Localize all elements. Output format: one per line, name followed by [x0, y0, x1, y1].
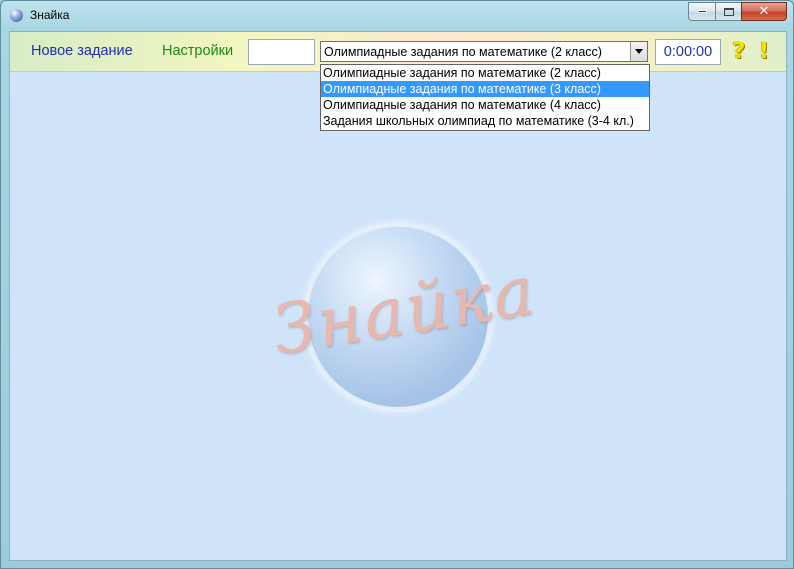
task-select-value: Олимпиадные задания по математике (2 кла… — [324, 44, 602, 59]
caption-buttons: ✕ — [688, 2, 787, 21]
task-select[interactable]: Олимпиадные задания по математике (2 кла… — [320, 41, 648, 62]
chevron-down-icon — [635, 49, 643, 54]
timer-display: 0:00:00 — [655, 39, 721, 65]
client-area: Новое задание Настройки Олимпиадные зада… — [9, 31, 787, 561]
task-option-2[interactable]: Олимпиадные задания по математике (3 кла… — [321, 81, 649, 97]
window-title: Знайка — [30, 8, 70, 22]
app-window: Знайка ✕ Новое задание Настройки Олимпиа… — [0, 0, 794, 569]
app-logo-text: Знайка — [267, 251, 542, 371]
minimize-button[interactable] — [688, 2, 715, 21]
exclamation-icon[interactable]: ! — [757, 38, 771, 66]
minimize-icon — [697, 10, 707, 13]
close-icon: ✕ — [758, 4, 770, 19]
task-option-4[interactable]: Задания школьных олимпиад по математике … — [321, 113, 649, 129]
app-icon[interactable] — [10, 9, 23, 22]
dropdown-button[interactable] — [630, 42, 647, 61]
question-mark-icon[interactable]: ? — [729, 38, 749, 66]
close-button[interactable]: ✕ — [741, 2, 787, 21]
answer-input[interactable] — [248, 39, 315, 65]
title-bar[interactable]: Знайка ✕ — [1, 1, 793, 31]
settings-link[interactable]: Настройки — [162, 43, 233, 59]
maximize-icon — [723, 7, 734, 16]
task-option-1[interactable]: Олимпиадные задания по математике (2 кла… — [321, 65, 649, 81]
maximize-button[interactable] — [715, 2, 741, 21]
task-option-3[interactable]: Олимпиадные задания по математике (4 кла… — [321, 97, 649, 113]
new-task-link[interactable]: Новое задание — [31, 43, 133, 59]
task-select-list[interactable]: Олимпиадные задания по математике (2 кла… — [320, 64, 650, 131]
work-area: Знайка — [10, 73, 786, 560]
